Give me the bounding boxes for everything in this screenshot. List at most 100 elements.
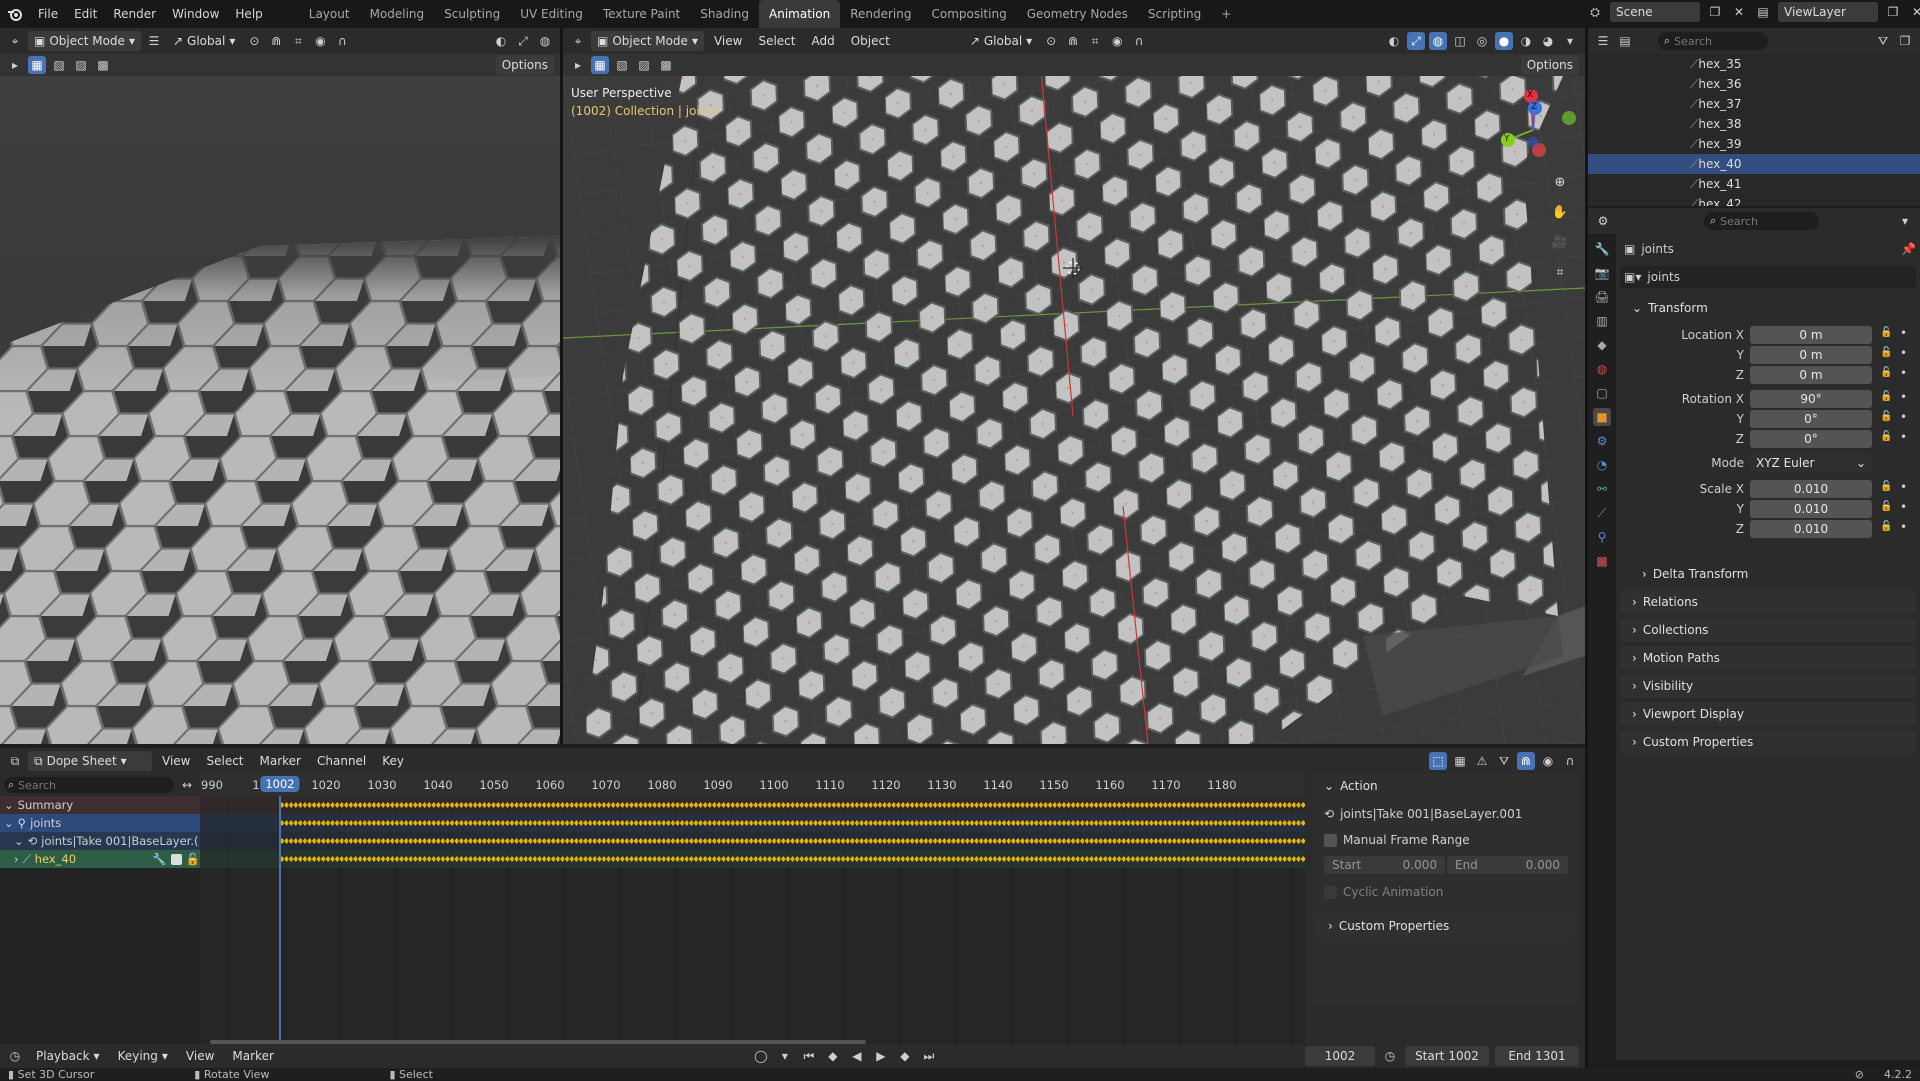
- menu-select[interactable]: Select: [752, 31, 801, 51]
- play-icon[interactable]: ▶: [872, 1047, 890, 1065]
- hamburger-icon[interactable]: ☰: [145, 32, 163, 50]
- transform-panel-header[interactable]: ⌄ Transform: [1620, 296, 1916, 320]
- manual-range-row[interactable]: Manual Frame Range: [1324, 830, 1568, 850]
- texture-tab-icon[interactable]: ▩: [1593, 552, 1611, 570]
- zoom-icon[interactable]: ⊕: [1548, 170, 1572, 194]
- editor-type-icon[interactable]: ⌖: [569, 32, 587, 50]
- auto-keying-icon[interactable]: ◯: [752, 1047, 770, 1065]
- left-viewport[interactable]: [0, 76, 560, 744]
- menu-file[interactable]: File: [30, 0, 66, 28]
- falloff-icon[interactable]: ∩: [1561, 752, 1579, 770]
- new-collection-icon[interactable]: ❐: [1896, 32, 1914, 50]
- lock-icon[interactable]: 🔓: [1880, 431, 1892, 442]
- dope-sheet-mode-selector[interactable]: ⧉ Dope Sheet ▾: [28, 751, 152, 771]
- snap-target-icon[interactable]: ⌗: [289, 32, 307, 50]
- lock-icon[interactable]: 🔓: [1880, 501, 1892, 512]
- range-start-field[interactable]: Start 0.000: [1324, 856, 1445, 874]
- channel-search[interactable]: ⌕ Search: [4, 777, 174, 793]
- keyframe-dot-icon[interactable]: •: [1900, 520, 1907, 534]
- properties-panel-header[interactable]: › Viewport Display: [1620, 702, 1916, 726]
- only-selected-icon[interactable]: ⬚: [1429, 752, 1447, 770]
- channel-action[interactable]: ⌄ ⟲ joints|Take 001|BaseLayer.(: [0, 832, 200, 850]
- object-tab-icon[interactable]: ■: [1593, 408, 1611, 426]
- keyframe-dot-icon[interactable]: •: [1900, 366, 1907, 380]
- select-box-icon[interactable]: ▦: [28, 56, 46, 74]
- outliner-item[interactable]: ⟋ hex_39: [1588, 134, 1920, 154]
- overlay-icon[interactable]: ◍: [536, 32, 554, 50]
- lock-icon[interactable]: 🔓: [1880, 327, 1892, 338]
- view-layer-selector[interactable]: ViewLayer: [1778, 2, 1878, 22]
- tab-compositing[interactable]: Compositing: [921, 0, 1016, 28]
- menu-help[interactable]: Help: [227, 0, 270, 28]
- editor-type-icon[interactable]: ⌖: [6, 32, 24, 50]
- select-intersect-icon[interactable]: ▩: [657, 56, 675, 74]
- outliner-item[interactable]: ⟋ hex_35: [1588, 54, 1920, 74]
- snap-target-icon[interactable]: ⌗: [1086, 32, 1104, 50]
- tab-modeling[interactable]: Modeling: [360, 0, 435, 28]
- tool-tab-icon[interactable]: 🔧: [1593, 240, 1611, 258]
- tab-layout[interactable]: Layout: [299, 0, 360, 28]
- outliner-item[interactable]: ⟋ hex_42: [1588, 194, 1920, 207]
- data-tab-icon[interactable]: ⟋: [1593, 504, 1611, 522]
- select-extend-icon[interactable]: ▧: [50, 56, 68, 74]
- lock-icon[interactable]: 🔓: [1880, 521, 1892, 532]
- visibility-icon[interactable]: ◐: [492, 32, 510, 50]
- delta-transform-header[interactable]: › Delta Transform: [1630, 562, 1916, 586]
- menu-object[interactable]: Object: [845, 31, 896, 51]
- frame-ruler[interactable]: 9901101010201030104010501060107010801090…: [200, 774, 1305, 796]
- action-name-row[interactable]: ⟲ joints|Take 001|BaseLayer.001: [1324, 804, 1568, 824]
- channel-object[interactable]: ⌄ ⚲ joints: [0, 814, 200, 832]
- transform-value-field[interactable]: 0.010: [1750, 520, 1872, 538]
- playback-menu[interactable]: Playback ▾: [30, 1046, 106, 1066]
- xray-icon[interactable]: ◫: [1451, 32, 1469, 50]
- properties-panel-header[interactable]: › Relations: [1620, 590, 1916, 614]
- properties-panel-header[interactable]: › Motion Paths: [1620, 646, 1916, 670]
- left-orientation-selector[interactable]: ↗ Global ▾: [167, 31, 241, 51]
- constraints-tab-icon[interactable]: ⚯: [1593, 480, 1611, 498]
- pivot-icon[interactable]: ⊙: [245, 32, 263, 50]
- editor-type-icon[interactable]: ⧉: [6, 752, 24, 770]
- new-scene-icon[interactable]: ❐: [1706, 3, 1724, 21]
- pan-hand-icon[interactable]: ✋: [1548, 200, 1572, 224]
- lock-icon[interactable]: 🔓: [1880, 347, 1892, 358]
- outliner-search[interactable]: ⌕ Search: [1658, 32, 1768, 50]
- lock-icon[interactable]: 🔓: [1880, 481, 1892, 492]
- proportional-edit-icon[interactable]: ◉: [1539, 752, 1557, 770]
- proportional-edit-icon[interactable]: ◉: [311, 32, 329, 50]
- transform-value-field[interactable]: 0.010: [1750, 500, 1872, 518]
- rendered-shading-icon[interactable]: ◕: [1539, 32, 1557, 50]
- menu-view[interactable]: View: [708, 31, 748, 51]
- show-hidden-icon[interactable]: ▦: [1451, 752, 1469, 770]
- modifiers-tab-icon[interactable]: ⚙: [1593, 432, 1611, 450]
- keying-set-icon[interactable]: ▾: [776, 1047, 794, 1065]
- properties-panel-header[interactable]: › Collections: [1620, 618, 1916, 642]
- render-tab-icon[interactable]: 📷: [1593, 264, 1611, 282]
- preview-range-icon[interactable]: ◷: [1381, 1047, 1399, 1065]
- play-reverse-icon[interactable]: ◀: [848, 1047, 866, 1065]
- blender-logo-icon[interactable]: [6, 5, 24, 23]
- lock-icon[interactable]: 🔓: [1880, 367, 1892, 378]
- fit-range-icon[interactable]: ↔: [178, 776, 196, 794]
- add-workspace-button[interactable]: +: [1211, 0, 1241, 28]
- properties-editor-icon[interactable]: ⚙: [1594, 212, 1612, 230]
- jump-end-icon[interactable]: ⏭: [920, 1047, 938, 1065]
- channel-bone[interactable]: › ⟋ hex_40 🔧 🔓: [0, 850, 200, 868]
- bone-constraints-tab-icon[interactable]: ⚲: [1593, 528, 1611, 546]
- select-subtract-icon[interactable]: ▨: [635, 56, 653, 74]
- object-datablock-field[interactable]: ▣▾ joints: [1620, 266, 1916, 288]
- gizmo-toggle-icon[interactable]: ⤢: [1407, 32, 1425, 50]
- right-orientation-selector[interactable]: ↗ Global ▾: [964, 31, 1038, 51]
- right-options-button[interactable]: Options: [1520, 55, 1579, 75]
- falloff-icon[interactable]: ∩: [1130, 32, 1148, 50]
- scene-tab-icon[interactable]: ◆: [1593, 336, 1611, 354]
- timeline-editor-icon[interactable]: ◷: [6, 1047, 24, 1065]
- select-box-icon[interactable]: ▦: [591, 56, 609, 74]
- lock-icon[interactable]: 🔓: [186, 852, 200, 866]
- menu-window[interactable]: Window: [164, 0, 227, 28]
- wireframe-shading-icon[interactable]: ◎: [1473, 32, 1491, 50]
- range-end-field[interactable]: End 0.000: [1447, 856, 1568, 874]
- keyframe-dot-icon[interactable]: •: [1900, 430, 1907, 444]
- transform-value-field[interactable]: 0 m: [1750, 366, 1872, 384]
- solid-shading-icon[interactable]: ●: [1495, 32, 1513, 50]
- properties-panel-header[interactable]: › Visibility: [1620, 674, 1916, 698]
